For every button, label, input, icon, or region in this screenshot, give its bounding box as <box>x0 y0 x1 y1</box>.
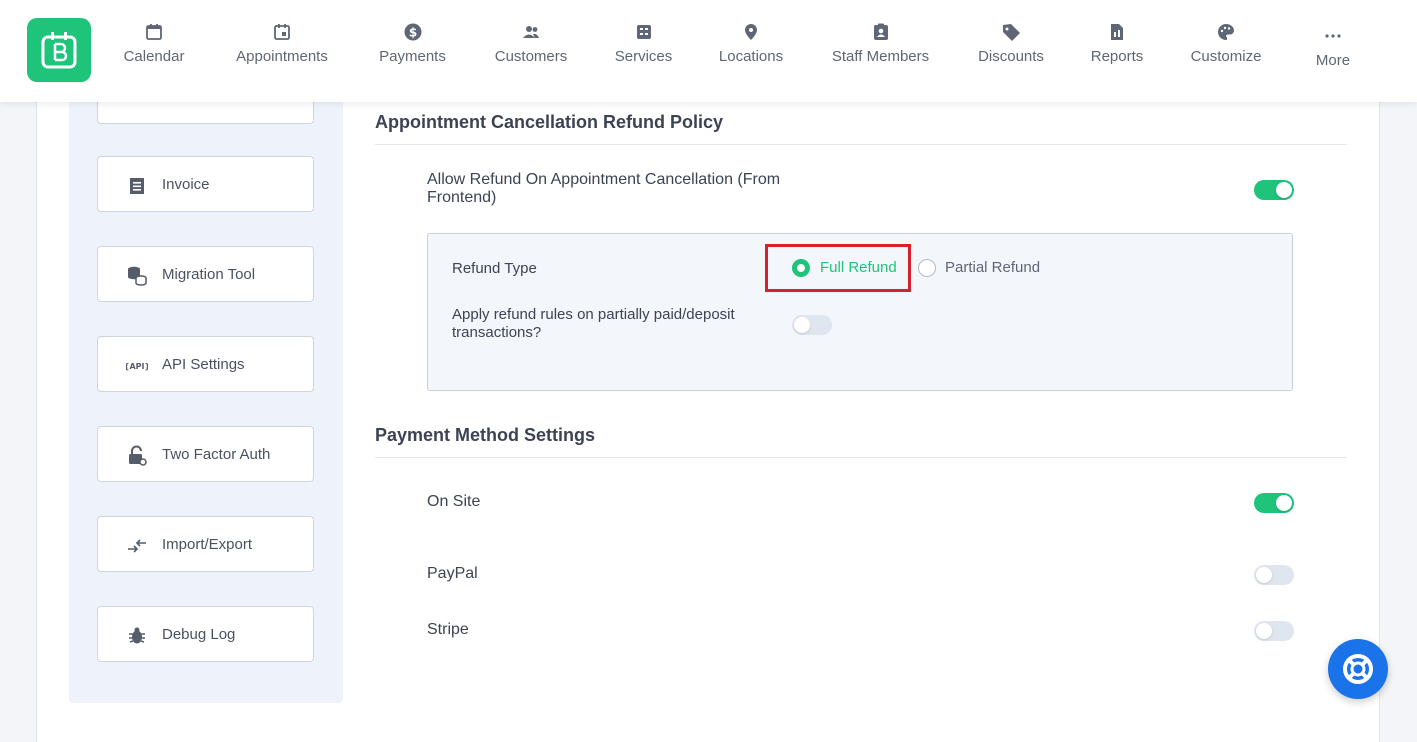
toggle-knob <box>794 317 810 333</box>
location-pin-icon <box>745 24 757 40</box>
lifebuoy-icon <box>1343 654 1373 684</box>
nav-label: More <box>1315 52 1351 69</box>
sidebar-item-label: API Settings <box>162 356 245 373</box>
top-navigation: Calendar Appointments $ Payments Custome… <box>0 0 1417 102</box>
import-export-icon <box>128 539 146 553</box>
sidebar-item-label: Debug Log <box>162 626 236 643</box>
allow-refund-toggle[interactable] <box>1254 180 1294 200</box>
sidebar-item-api-settings[interactable]: {API} API Settings <box>97 336 314 392</box>
nav-staff-members[interactable]: Staff Members <box>829 22 932 82</box>
sidebar-item-label: Migration Tool <box>162 266 256 283</box>
nav-label: Payments <box>379 48 446 65</box>
nav-label: Appointments <box>236 48 328 65</box>
appointments-icon <box>274 24 290 40</box>
nav-calendar[interactable]: Calendar <box>121 22 187 82</box>
full-refund-highlight <box>765 244 911 292</box>
sidebar-item-migration-tool[interactable]: Migration Tool <box>97 246 314 302</box>
nav-label: Services <box>614 48 673 65</box>
app-logo[interactable] <box>27 18 91 82</box>
on-site-toggle[interactable] <box>1254 493 1294 513</box>
palette-icon <box>1218 24 1234 40</box>
section-divider <box>375 144 1347 145</box>
nav-label: Calendar <box>123 48 185 65</box>
svg-text:$: $ <box>408 26 416 40</box>
nav-locations[interactable]: Locations <box>717 22 785 82</box>
paypal-label: PayPal <box>427 565 478 582</box>
nav-customize[interactable]: Customize <box>1188 22 1264 82</box>
nav-label: Discounts <box>978 48 1044 65</box>
bug-icon <box>129 627 145 644</box>
svg-text:{API}: {API} <box>126 362 148 371</box>
refund-policy-title: Appointment Cancellation Refund Policy <box>375 112 724 132</box>
more-dots-icon <box>1325 34 1341 38</box>
database-icon <box>128 266 147 286</box>
toggle-knob <box>1256 623 1272 639</box>
nav-services[interactable]: Services <box>614 22 673 82</box>
nav-reports[interactable]: Reports <box>1090 22 1144 82</box>
customers-icon <box>523 26 539 38</box>
partial-refund-label[interactable]: Partial Refund <box>945 259 1040 276</box>
nav-customers[interactable]: Customers <box>492 22 570 82</box>
toggle-knob <box>1276 182 1292 198</box>
calendar-icon <box>146 24 162 40</box>
nav-label: Reports <box>1090 48 1144 65</box>
sidebar-item-debug-log[interactable]: Debug Log <box>97 606 314 662</box>
stripe-toggle[interactable] <box>1254 621 1294 641</box>
on-site-label: On Site <box>427 493 481 510</box>
invoice-icon <box>130 178 144 194</box>
payment-methods-title: Payment Method Settings <box>375 425 596 445</box>
tag-icon <box>1003 24 1020 41</box>
services-icon <box>636 25 651 39</box>
partial-rules-toggle[interactable] <box>792 315 832 335</box>
nav-label: Customers <box>494 48 568 65</box>
help-button[interactable] <box>1328 639 1388 699</box>
refund-type-label: Refund Type <box>452 260 537 277</box>
sidebar-item-import-export[interactable]: Import/Export <box>97 516 314 572</box>
nav-label: Staff Members <box>831 48 930 65</box>
sidebar-item-two-factor-auth[interactable]: Two Factor Auth <box>97 426 314 482</box>
partial-refund-radio[interactable] <box>918 259 936 277</box>
nav-payments[interactable]: $ Payments <box>377 22 448 82</box>
sidebar-item-label: Invoice <box>162 176 210 193</box>
nav-appointments[interactable]: Appointments <box>232 22 332 82</box>
sidebar-item-label: Import/Export <box>162 536 253 553</box>
stripe-label: Stripe <box>427 621 469 638</box>
nav-label: Customize <box>1190 48 1262 65</box>
staff-badge-icon <box>873 23 888 40</box>
toggle-knob <box>1276 495 1292 511</box>
paypal-toggle[interactable] <box>1254 565 1294 585</box>
sidebar-item-label: Two Factor Auth <box>162 446 271 463</box>
toggle-knob <box>1256 567 1272 583</box>
dollar-icon: $ <box>404 23 421 41</box>
report-icon <box>1111 24 1123 40</box>
api-icon: {API} <box>126 362 148 371</box>
allow-refund-label: Allow Refund On Appointment Cancellation… <box>427 171 781 206</box>
nav-discounts[interactable]: Discounts <box>976 22 1046 82</box>
sidebar-item-invoice[interactable]: Invoice <box>97 156 314 212</box>
section-divider <box>375 457 1347 458</box>
nav-label: Locations <box>718 48 784 65</box>
lock-icon <box>129 445 147 466</box>
nav-more[interactable]: More <box>1313 26 1353 86</box>
partial-rules-label: Apply refund rules on partially paid/dep… <box>452 306 735 341</box>
